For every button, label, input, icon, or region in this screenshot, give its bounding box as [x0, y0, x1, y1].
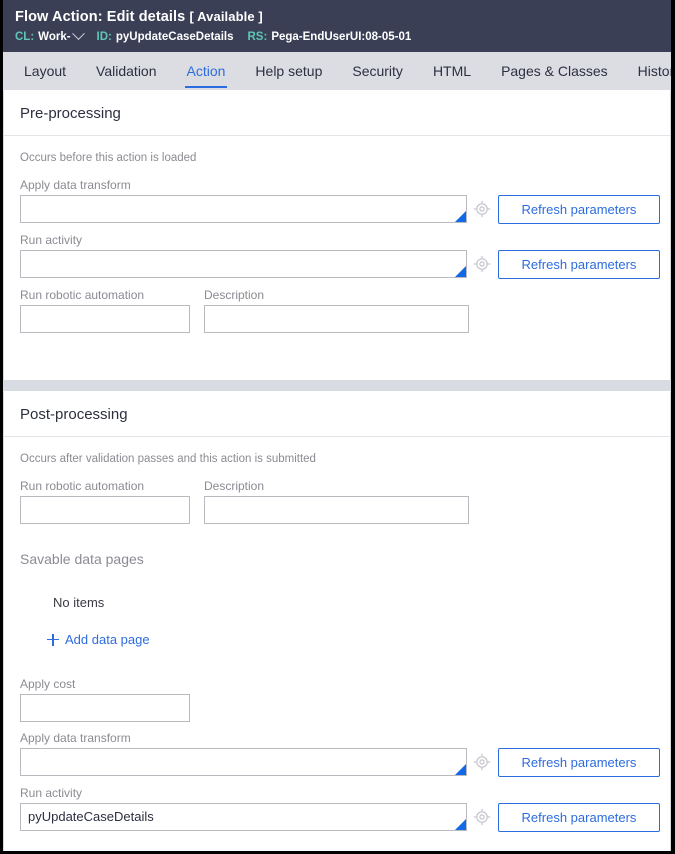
apply-cost-input[interactable]	[20, 694, 190, 722]
post-description-input[interactable]	[204, 496, 469, 524]
tab-layout[interactable]: Layout	[9, 52, 81, 90]
pre-run-robotic-automation-field: Run robotic automation	[20, 288, 190, 333]
pre-robotic-row: Run robotic automation Description	[20, 288, 654, 342]
ruleset-meta: RS: Pega-EndUserUI:08-05-01	[248, 31, 412, 43]
post-processing-title: Post-processing	[4, 392, 670, 437]
post-run-robotic-automation-input[interactable]	[20, 496, 190, 524]
post-processing-body: Occurs after validation passes and this …	[4, 437, 670, 851]
post-run-activity-input[interactable]: pyUpdateCaseDetails	[20, 803, 467, 831]
crosshair-icon[interactable]	[473, 808, 491, 826]
plus-icon	[47, 633, 59, 646]
post-run-activity-refresh-button[interactable]: Refresh parameters	[498, 803, 660, 832]
tab-html[interactable]: HTML	[418, 52, 486, 90]
crosshair-icon[interactable]	[473, 753, 491, 771]
pre-apply-data-transform-input[interactable]	[20, 195, 467, 223]
post-apply-data-transform-refresh-button[interactable]: Refresh parameters	[498, 748, 660, 777]
tab-validation[interactable]: Validation	[81, 52, 171, 90]
post-run-activity-row: pyUpdateCaseDetails Refresh parameters	[20, 803, 660, 832]
pre-apply-data-transform-input-wrap	[20, 195, 467, 223]
post-run-activity-field: Run activity pyUpdateCaseDetails Refresh…	[20, 786, 660, 832]
post-run-robotic-automation-label: Run robotic automation	[20, 479, 145, 493]
crosshair-icon[interactable]	[473, 255, 491, 273]
post-apply-data-transform-label: Apply data transform	[20, 731, 131, 745]
tab-pages-and-classes[interactable]: Pages & Classes	[486, 52, 623, 90]
post-description-field: Description	[204, 479, 469, 524]
pre-run-robotic-automation-label: Run robotic automation	[20, 288, 145, 302]
class-meta: CL: Work-	[15, 27, 85, 43]
post-run-activity-input-wrap: pyUpdateCaseDetails	[20, 803, 467, 831]
pre-run-activity-refresh-button[interactable]: Refresh parameters	[498, 250, 660, 279]
pre-apply-data-transform-field: Apply data transform Refresh parameters	[20, 178, 660, 224]
pre-apply-data-transform-row: Refresh parameters	[20, 195, 660, 224]
header-metadata: CL: Work- ID: pyUpdateCaseDetails RS: Pega-En…	[15, 27, 659, 45]
post-processing-description: Occurs after validation passes and this …	[20, 453, 316, 465]
id-value: pyUpdateCaseDetails	[115, 31, 234, 43]
pre-description-label: Description	[204, 288, 265, 302]
pre-processing-description: Occurs before this action is loaded	[20, 152, 197, 164]
pre-bottom-spacer	[20, 342, 654, 368]
add-data-page-button[interactable]: Add data page	[20, 610, 654, 647]
id-label: ID:	[96, 31, 112, 43]
add-data-page-label: Add data page	[65, 632, 150, 647]
post-apply-data-transform-input[interactable]	[20, 748, 467, 776]
page-title-prefix: Flow Action:	[15, 9, 103, 25]
pre-apply-data-transform-label: Apply data transform	[20, 178, 131, 192]
class-value[interactable]: Work-	[38, 31, 70, 43]
page-title-name: Edit details	[106, 9, 186, 25]
pre-run-activity-field: Run activity Refresh parameters	[20, 233, 660, 279]
class-label: CL:	[15, 31, 35, 43]
pre-processing-body: Occurs before this action is loaded Appl…	[4, 136, 670, 380]
post-run-robotic-automation-field: Run robotic automation	[20, 479, 190, 524]
savable-section-spacer	[20, 647, 654, 677]
id-meta: ID: pyUpdateCaseDetails	[97, 31, 234, 43]
tab-bar: Layout Validation Action Help setup Secu…	[3, 52, 671, 90]
savable-data-pages-title: Savable data pages	[20, 551, 144, 567]
apply-cost-field: Apply cost	[20, 677, 654, 722]
pre-description-input[interactable]	[204, 305, 469, 333]
post-run-activity-label: Run activity	[20, 786, 83, 800]
pre-processing-title: Pre-processing	[4, 91, 670, 136]
apply-cost-label: Apply cost	[20, 677, 76, 691]
ruleset-label: RS:	[247, 31, 268, 43]
crosshair-icon[interactable]	[473, 200, 491, 218]
post-description-label: Description	[204, 479, 265, 493]
availability-badge: [ Available ]	[189, 9, 263, 24]
flow-action-editor-window: Flow Action: Edit details [ Available ] …	[0, 0, 675, 854]
tab-action[interactable]: Action	[172, 52, 241, 90]
tab-help-setup[interactable]: Help setup	[240, 52, 337, 90]
savable-data-pages-empty-text: No items	[53, 595, 105, 610]
pre-run-robotic-automation-input[interactable]	[20, 305, 190, 333]
pre-run-activity-input-wrap	[20, 250, 467, 278]
post-apply-data-transform-field: Apply data transform Refresh parameters	[20, 731, 660, 777]
window-header: Flow Action: Edit details [ Available ] …	[3, 0, 671, 52]
chevron-down-icon[interactable]	[71, 27, 85, 41]
tab-history[interactable]: History	[623, 52, 671, 90]
post-apply-data-transform-row: Refresh parameters	[20, 748, 660, 777]
pre-apply-data-transform-refresh-button[interactable]: Refresh parameters	[498, 195, 660, 224]
post-robotic-row: Run robotic automation Description	[20, 479, 654, 533]
pre-processing-panel: Pre-processing Occurs before this action…	[3, 90, 671, 380]
pre-run-activity-input[interactable]	[20, 250, 467, 278]
post-apply-data-transform-input-wrap	[20, 748, 467, 776]
pre-run-activity-label: Run activity	[20, 233, 83, 247]
pre-run-activity-row: Refresh parameters	[20, 250, 660, 279]
pre-description-field: Description	[204, 288, 469, 333]
ruleset-value: Pega-EndUserUI:08-05-01	[271, 31, 412, 43]
tab-security[interactable]: Security	[337, 52, 418, 90]
page-title: Flow Action: Edit details [ Available ]	[15, 7, 659, 27]
section-divider	[3, 380, 671, 391]
post-processing-panel: Post-processing Occurs after validation …	[3, 391, 671, 851]
